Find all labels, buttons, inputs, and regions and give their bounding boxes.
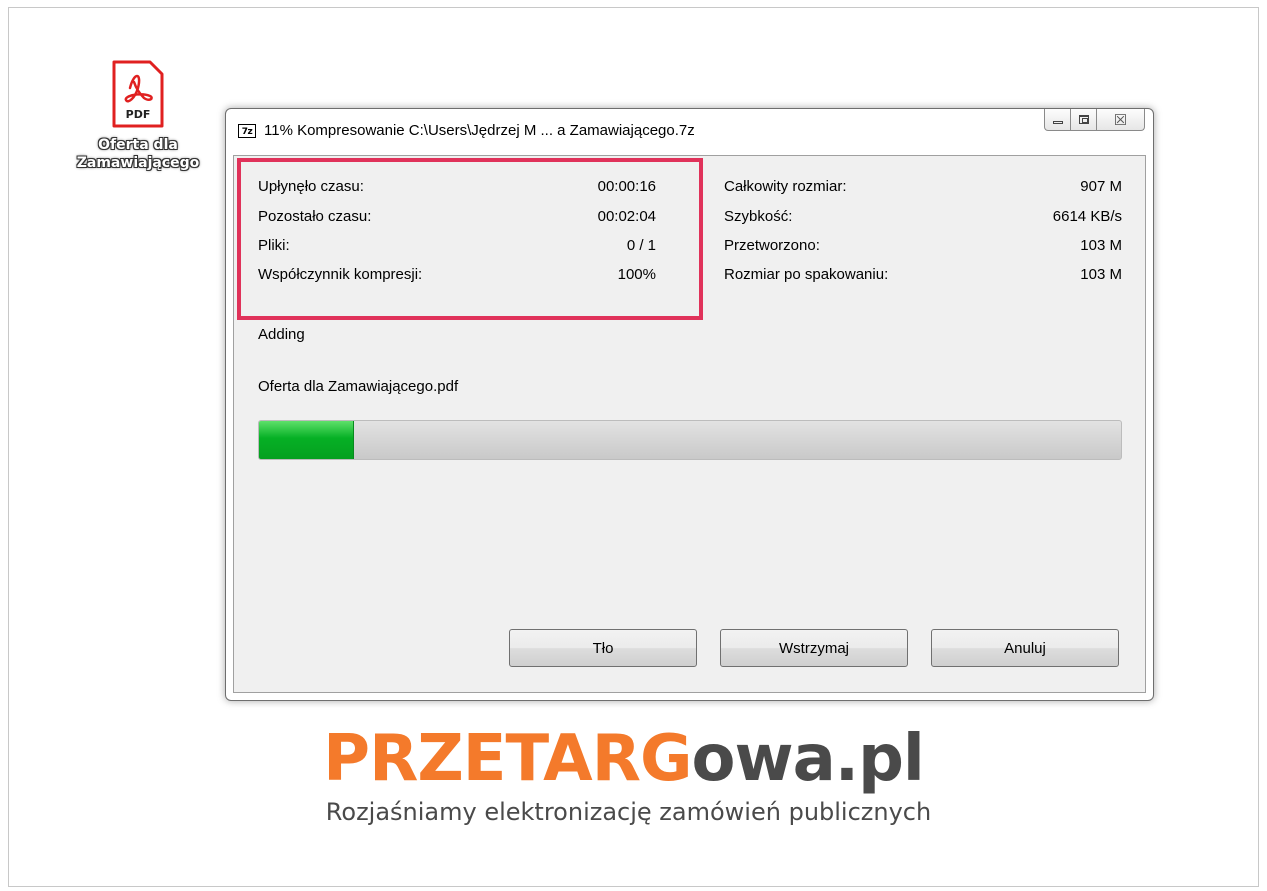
compression-progress-bar — [258, 420, 1122, 460]
logo-orange-part: PRZETARG — [323, 722, 692, 796]
logo-tagline: Rozjaśniamy elektronizację zamówień publ… — [325, 798, 932, 826]
stat-value: 0 / 1 — [626, 237, 656, 254]
stat-label: Upłynęło czasu: — [258, 178, 364, 195]
minimize-icon — [1052, 121, 1063, 124]
desktop-icon-label-line2: Zamawiającego — [76, 155, 200, 171]
progress-bar-fill — [259, 421, 354, 459]
maximize-button[interactable] — [1071, 109, 1097, 131]
stat-value: 907 M — [1080, 178, 1122, 195]
close-button[interactable]: ☒ — [1097, 109, 1145, 131]
status-action: Adding — [258, 326, 305, 343]
pdf-file-icon: PDF — [110, 58, 166, 130]
window-title: 11% Kompresowanie C:\Users\Jędrzej M ...… — [264, 122, 695, 139]
window-controls: ☒ — [1044, 109, 1145, 131]
pdf-badge-text: PDF — [126, 108, 151, 121]
compression-progress-window: 7z 11% Kompresowanie C:\Users\Jędrzej M … — [225, 108, 1154, 701]
minimize-button[interactable] — [1044, 109, 1071, 131]
stat-label: Całkowity rozmiar: — [724, 178, 847, 195]
maximize-icon — [1078, 115, 1089, 124]
stat-value: 6614 KB/s — [1052, 208, 1122, 225]
stat-label: Przetworzono: — [724, 237, 820, 254]
stat-value: 00:00:16 — [597, 178, 656, 195]
stat-label: Współczynnik kompresji: — [258, 266, 423, 283]
logo-wordmark: PRZETARGowa.pl — [0, 722, 1267, 796]
stat-value: 103 M — [1080, 237, 1122, 254]
stat-label: Pliki: — [258, 237, 290, 254]
stat-label: Pozostało czasu: — [258, 208, 372, 225]
stat-value: 100% — [617, 266, 656, 283]
stat-value: 103 M — [1080, 266, 1122, 283]
stat-label: Rozmiar po spakowaniu: — [724, 266, 889, 283]
stat-label: Szybkość: — [724, 208, 793, 225]
pause-button[interactable]: Wstrzymaj — [720, 629, 908, 667]
logo-grey-part: owa.pl — [691, 722, 925, 796]
przetargowa-logo: PRZETARGowa.pl Rozjaśniamy elektronizacj… — [0, 722, 1267, 826]
status-current-file: Oferta dla Zamawiającego.pdf — [258, 378, 459, 395]
background-button[interactable]: Tło — [509, 629, 697, 667]
7zip-app-icon: 7z — [238, 124, 256, 138]
desktop-file-icon[interactable]: PDF Oferta dla Zamawiającego — [68, 58, 208, 172]
desktop-icon-label: Oferta dla Zamawiającego — [68, 136, 208, 172]
window-content: Upłynęło czasu: 00:00:16 Pozostało czasu… — [233, 155, 1146, 693]
stat-value: 00:02:04 — [597, 208, 656, 225]
desktop-icon-label-line1: Oferta dla — [98, 137, 178, 153]
cancel-button[interactable]: Anuluj — [931, 629, 1119, 667]
close-icon: ☒ — [1113, 111, 1128, 129]
window-titlebar[interactable]: 7z 11% Kompresowanie C:\Users\Jędrzej M … — [226, 109, 1153, 155]
